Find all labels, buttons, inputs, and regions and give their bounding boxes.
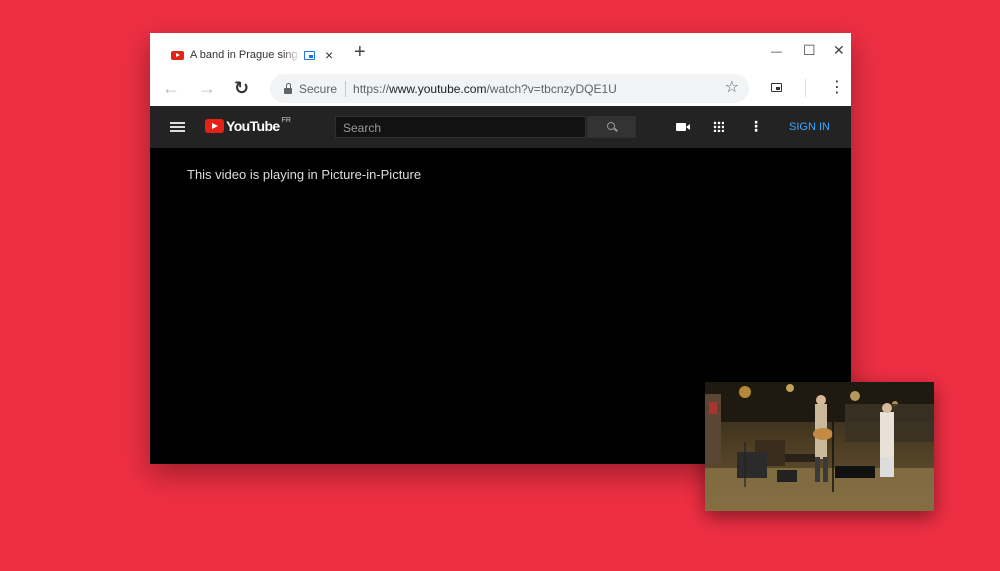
apps-icon[interactable] bbox=[713, 121, 724, 132]
browser-menu-button[interactable]: ⋮ bbox=[829, 80, 845, 96]
tab-youtube[interactable]: A band in Prague sings th × bbox=[160, 39, 345, 71]
pip-message: This video is playing in Picture-in-Pict… bbox=[187, 167, 422, 182]
pip-icon[interactable] bbox=[771, 83, 782, 92]
picture-in-picture-window[interactable] bbox=[705, 382, 934, 511]
search-button[interactable] bbox=[587, 116, 636, 138]
maximize-button[interactable]: ☐ bbox=[803, 43, 816, 57]
tab-close-icon[interactable]: × bbox=[325, 48, 333, 62]
lock-icon bbox=[284, 82, 292, 94]
pip-video-frame bbox=[705, 382, 934, 511]
youtube-menu-button[interactable]: ⋮ bbox=[749, 119, 763, 133]
address-bar[interactable]: Secure https://www.youtube.com/watch?v=t… bbox=[270, 74, 749, 103]
new-tab-button[interactable]: + bbox=[354, 42, 366, 62]
search-input[interactable]: Search bbox=[335, 116, 586, 138]
minimize-button[interactable]: — bbox=[771, 45, 782, 59]
youtube-play-icon bbox=[205, 119, 224, 133]
youtube-favicon-icon bbox=[171, 50, 184, 60]
tab-strip: A band in Prague sings th × + — ☐ ✕ bbox=[150, 33, 851, 71]
youtube-masthead: YouTube FR Search ⋮ SIGN IN bbox=[150, 106, 851, 148]
camera-icon[interactable] bbox=[676, 123, 690, 131]
tab-title: A band in Prague sings th bbox=[190, 49, 300, 61]
reload-button[interactable]: ↻ bbox=[234, 78, 249, 98]
logo-text: YouTube bbox=[226, 118, 280, 134]
url-text: https://www.youtube.com/watch?v=tbcnzyDQ… bbox=[353, 82, 617, 96]
pip-indicator-icon bbox=[304, 50, 315, 60]
toolbar-divider bbox=[805, 79, 806, 97]
country-code: FR bbox=[281, 117, 291, 124]
omnibox-divider bbox=[345, 80, 347, 97]
secure-label: Secure bbox=[299, 81, 338, 96]
close-window-button[interactable]: ✕ bbox=[833, 43, 845, 57]
sign-in-button[interactable]: SIGN IN bbox=[789, 121, 830, 133]
youtube-logo[interactable]: YouTube FR bbox=[205, 117, 291, 134]
url-scheme: https:// bbox=[353, 81, 390, 96]
url-path: /watch?v=tbcnzyDQE1U bbox=[486, 81, 617, 96]
url-host: www.youtube.com bbox=[389, 81, 487, 96]
browser-toolbar: ← → ↻ Secure https://www.youtube.com/wat… bbox=[150, 71, 851, 106]
star-icon[interactable]: ☆ bbox=[725, 79, 739, 97]
back-button[interactable]: ← bbox=[162, 78, 180, 98]
forward-button[interactable]: → bbox=[198, 78, 216, 98]
hamburger-icon[interactable] bbox=[170, 122, 185, 132]
